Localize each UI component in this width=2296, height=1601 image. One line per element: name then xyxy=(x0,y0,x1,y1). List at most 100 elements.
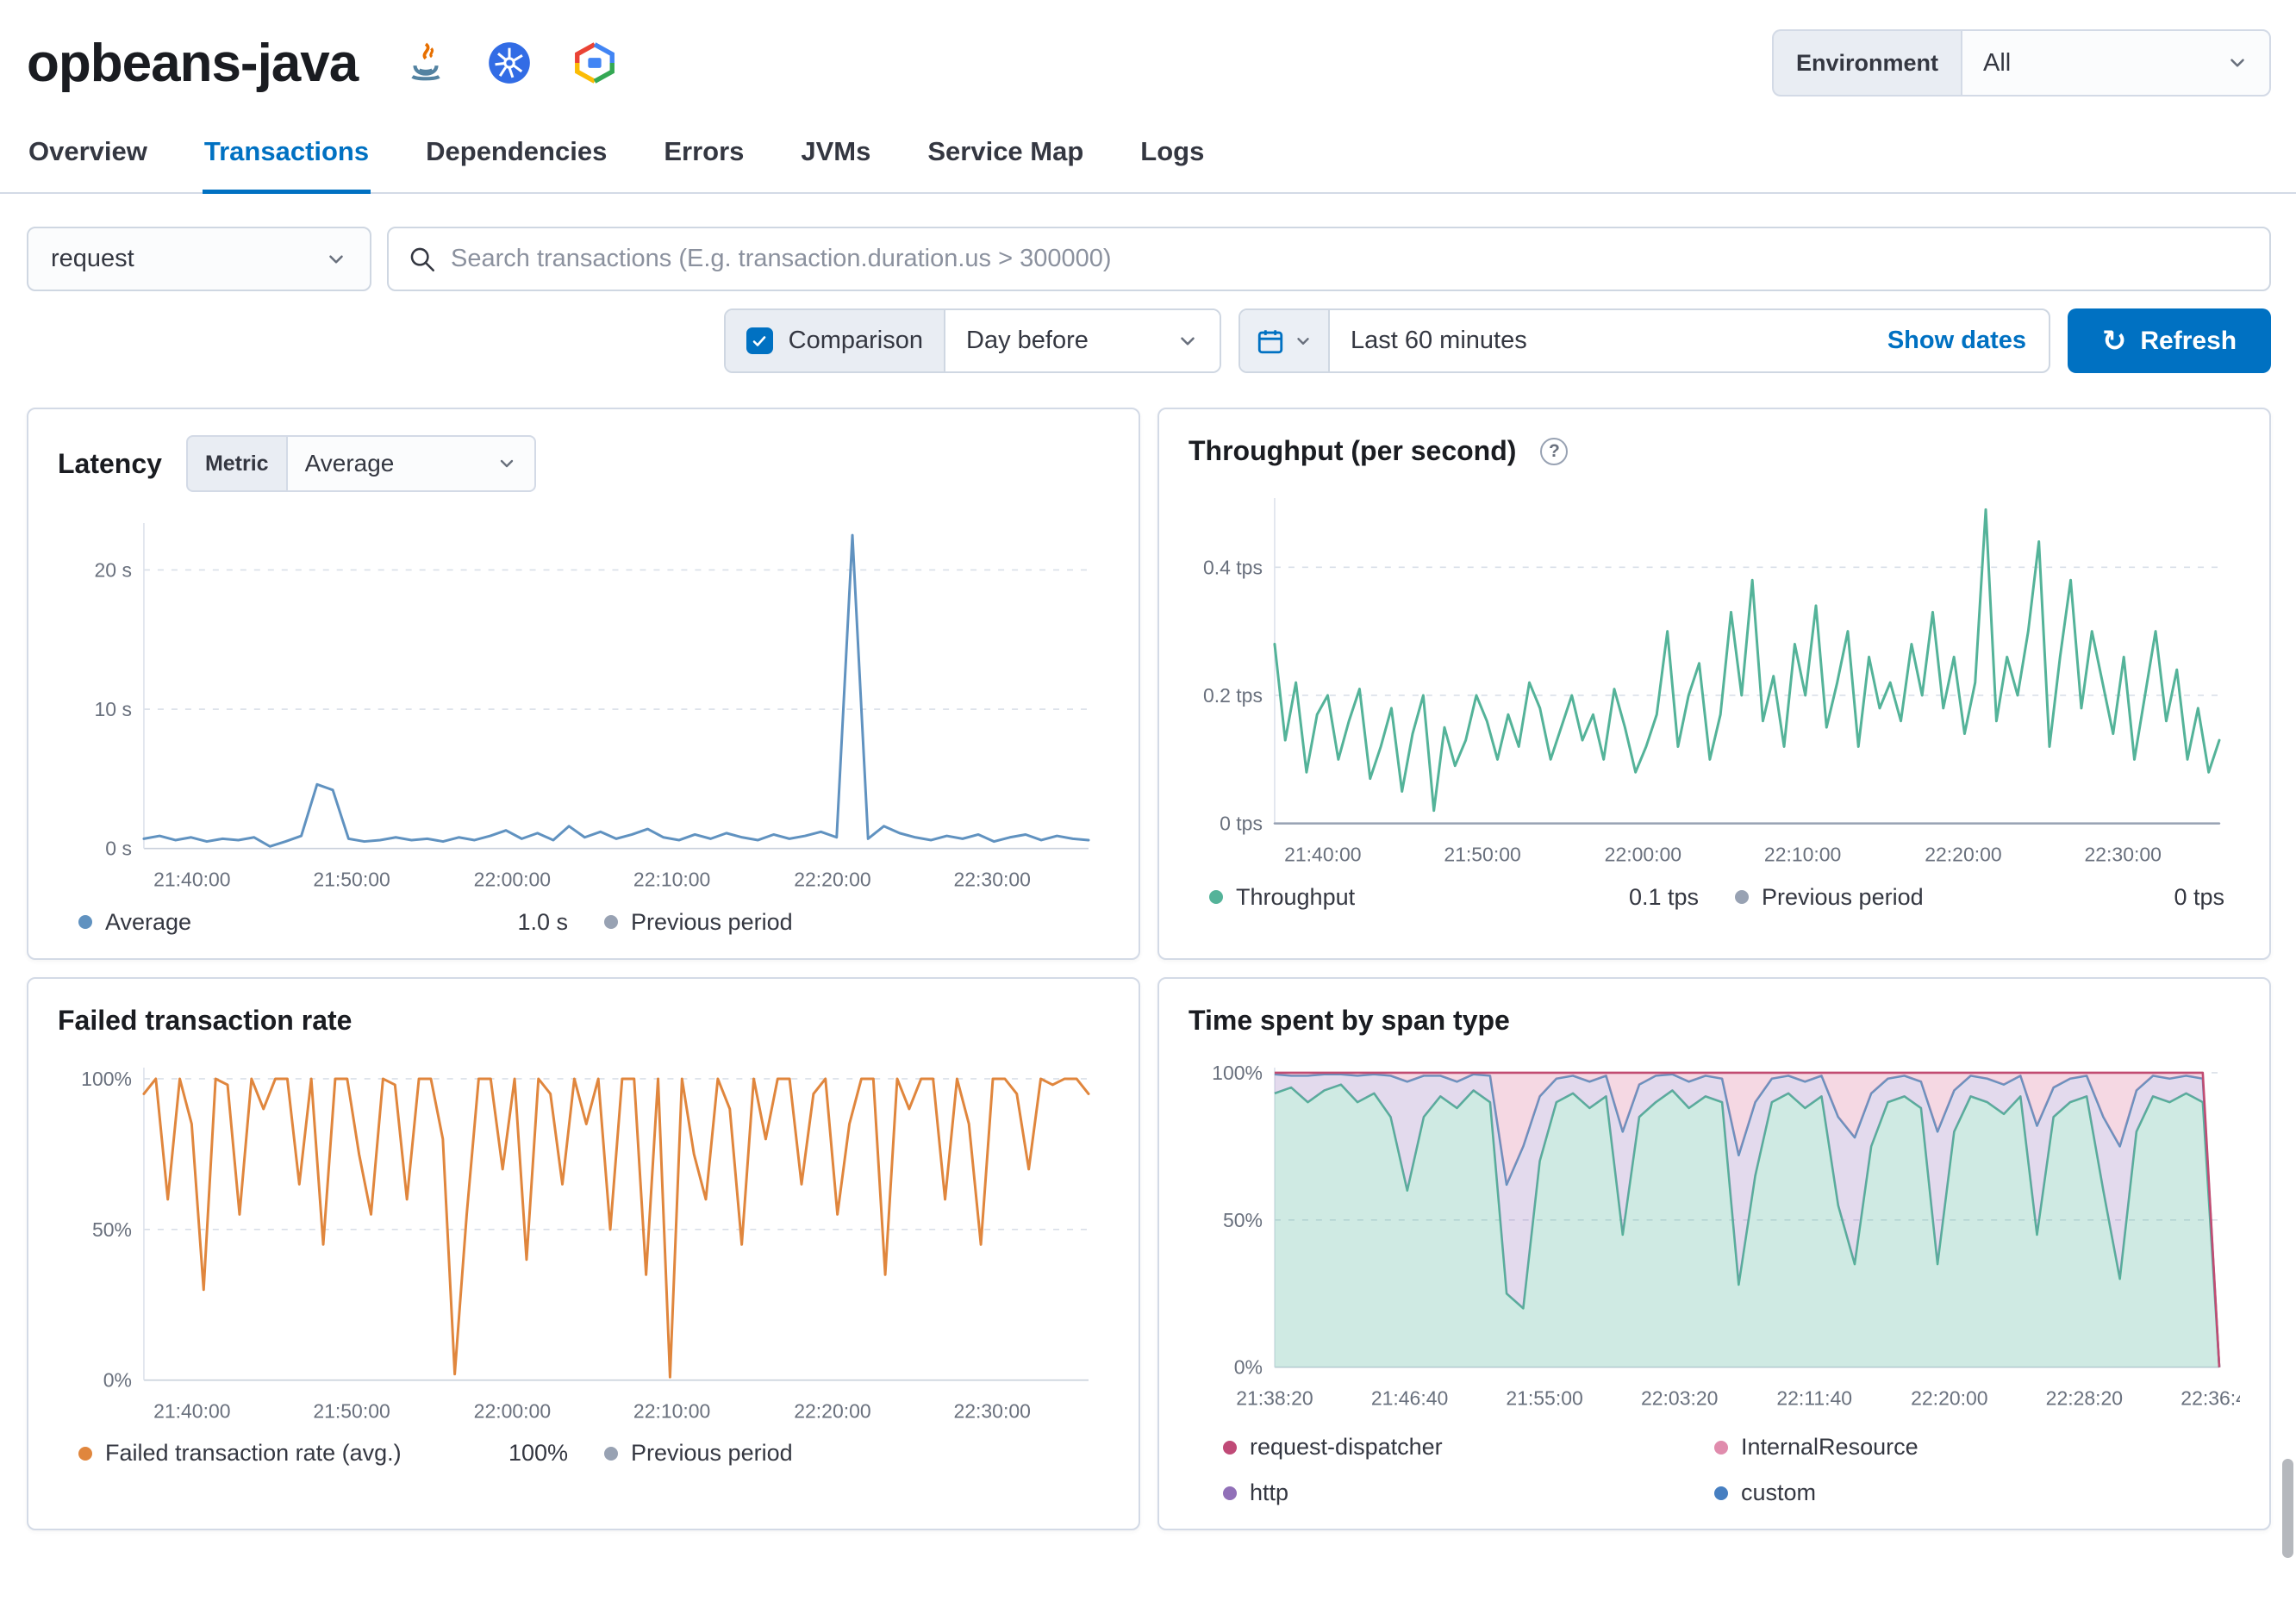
svg-text:50%: 50% xyxy=(92,1218,132,1240)
legend-item-internalresource[interactable]: InternalResource xyxy=(1714,1434,2206,1461)
scrollbar-thumb[interactable] xyxy=(2282,1459,2293,1558)
svg-text:22:00:00: 22:00:00 xyxy=(474,1399,551,1422)
svg-text:100%: 100% xyxy=(81,1068,132,1090)
legend-label: Previous period xyxy=(1762,883,1924,910)
search-input[interactable] xyxy=(451,245,2250,273)
svg-text:100%: 100% xyxy=(1212,1062,1263,1084)
throughput-panel: Throughput (per second) ? 0 tps 0.2 tps 0.… xyxy=(1157,408,2271,960)
legend-dot xyxy=(1209,890,1223,905)
legend-label: http xyxy=(1250,1480,1289,1506)
svg-text:21:50:00: 21:50:00 xyxy=(313,1399,390,1422)
svg-text:21:46:40: 21:46:40 xyxy=(1371,1386,1448,1409)
legend-label: Average xyxy=(105,908,192,935)
calendar-icon xyxy=(1257,329,1283,353)
legend-value: 0 tps xyxy=(2174,883,2224,910)
svg-text:21:50:00: 21:50:00 xyxy=(1444,844,1520,866)
svg-text:22:28:20: 22:28:20 xyxy=(2046,1386,2123,1409)
failed-rate-legend: Failed transaction rate (avg.) 100% Prev… xyxy=(58,1440,1109,1467)
charts-grid: Latency Metric Average 0 s 10 s 20 s 21:40:… xyxy=(27,408,2271,1531)
legend-dot xyxy=(78,915,92,930)
svg-text:0.2 tps: 0.2 tps xyxy=(1203,684,1263,707)
show-dates-link[interactable]: Show dates xyxy=(1887,327,2049,355)
throughput-chart: 0 tps 0.2 tps 0.4 tps 21:40:00 21:50:00 22:00… xyxy=(1203,497,2221,866)
legend-label: Failed transaction rate (avg.) xyxy=(105,1440,402,1467)
metric-value: Average xyxy=(304,450,395,477)
check-icon xyxy=(752,335,766,346)
svg-text:0 s: 0 s xyxy=(105,838,132,860)
span-types-legend: request-dispatcher InternalResource http xyxy=(1189,1434,2240,1506)
latency-metric-control: Metric Average xyxy=(185,435,536,492)
legend-dot xyxy=(1735,890,1749,905)
legend-dot xyxy=(1714,1486,1728,1500)
comparison-select[interactable]: Day before xyxy=(944,310,1220,371)
svg-text:21:55:00: 21:55:00 xyxy=(1506,1386,1582,1409)
svg-text:21:38:20: 21:38:20 xyxy=(1236,1386,1313,1409)
throughput-legend: Throughput 0.1 tps Previous period 0 tps xyxy=(1189,884,2240,911)
metric-select[interactable]: Average xyxy=(285,435,536,492)
svg-text:22:03:20: 22:03:20 xyxy=(1641,1386,1718,1409)
tab-service-map[interactable]: Service Map xyxy=(926,117,1085,194)
legend-dot xyxy=(1223,1440,1237,1455)
legend-item-failed-rate[interactable]: Failed transaction rate (avg.) 100% xyxy=(58,1440,583,1467)
tab-logs[interactable]: Logs xyxy=(1139,117,1206,194)
svg-text:22:10:00: 22:10:00 xyxy=(1764,844,1841,866)
comparison-value: Day before xyxy=(966,327,1089,354)
metric-label: Metric xyxy=(185,435,286,492)
chevron-down-icon xyxy=(500,459,513,468)
legend-dot xyxy=(604,915,618,930)
tab-errors[interactable]: Errors xyxy=(662,117,746,194)
comparison-checkbox[interactable] xyxy=(746,327,773,354)
tab-overview[interactable]: Overview xyxy=(27,117,149,194)
environment-select[interactable]: All xyxy=(1961,29,2271,97)
legend-item-custom[interactable]: custom xyxy=(1714,1480,2206,1506)
quick-select-button[interactable] xyxy=(1240,310,1330,371)
tab-transactions[interactable]: Transactions xyxy=(202,117,371,194)
service-tabs: Overview Transactions Dependencies Error… xyxy=(0,117,2296,194)
latency-legend: Average 1.0 s Previous period xyxy=(58,909,1109,936)
svg-text:0%: 0% xyxy=(1234,1355,1263,1378)
svg-text:22:36:40: 22:36:40 xyxy=(2181,1386,2240,1409)
refresh-button[interactable]: ↻ Refresh xyxy=(2068,308,2271,373)
transaction-type-select[interactable]: request xyxy=(27,227,371,291)
legend-item-previous-period[interactable]: Previous period xyxy=(583,1440,1109,1467)
legend-item-average[interactable]: Average 1.0 s xyxy=(58,909,583,936)
latency-title: Latency xyxy=(58,447,162,479)
svg-text:0 tps: 0 tps xyxy=(1220,813,1263,835)
legend-item-previous-period[interactable]: Previous period 0 tps xyxy=(1714,884,2240,911)
failed-rate-title: Failed transaction rate xyxy=(58,1004,353,1036)
svg-text:22:20:00: 22:20:00 xyxy=(794,869,870,891)
svg-text:22:30:00: 22:30:00 xyxy=(2084,844,2161,866)
legend-item-request-dispatcher[interactable]: request-dispatcher xyxy=(1223,1434,1714,1461)
chevron-down-icon xyxy=(2230,59,2244,67)
svg-text:22:20:00: 22:20:00 xyxy=(1911,1386,1987,1409)
search-bar xyxy=(387,227,2271,291)
environment-filter: Environment All xyxy=(1771,29,2271,97)
latency-panel: Latency Metric Average 0 s 10 s 20 s 21:40:… xyxy=(27,408,1140,960)
svg-text:21:40:00: 21:40:00 xyxy=(1284,844,1361,866)
svg-text:22:10:00: 22:10:00 xyxy=(633,1399,710,1422)
legend-item-http[interactable]: http xyxy=(1223,1480,1714,1506)
legend-value: 0.1 tps xyxy=(1628,883,1699,910)
chevron-down-icon xyxy=(1297,337,1309,345)
legend-value: 1.0 s xyxy=(517,908,568,935)
legend-item-throughput[interactable]: Throughput 0.1 tps xyxy=(1189,884,1714,911)
legend-label: InternalResource xyxy=(1741,1434,1919,1461)
comparison-toggle: Comparison xyxy=(725,310,944,371)
time-range-value[interactable]: Last 60 minutes xyxy=(1330,327,1887,355)
legend-item-previous-period[interactable]: Previous period xyxy=(583,909,1109,936)
svg-text:50%: 50% xyxy=(1223,1208,1263,1230)
filter-bar: request xyxy=(27,227,2271,291)
help-icon[interactable]: ? xyxy=(1540,437,1569,465)
environment-value: All xyxy=(1983,48,2012,77)
svg-text:20 s: 20 s xyxy=(95,558,132,581)
svg-text:21:40:00: 21:40:00 xyxy=(153,869,230,891)
legend-value: 100% xyxy=(508,1440,568,1467)
svg-text:0%: 0% xyxy=(103,1368,132,1391)
refresh-icon: ↻ xyxy=(2101,324,2127,358)
tab-jvms[interactable]: JVMs xyxy=(799,117,872,194)
svg-text:21:40:00: 21:40:00 xyxy=(153,1399,230,1422)
tab-dependencies[interactable]: Dependencies xyxy=(424,117,608,194)
svg-text:22:20:00: 22:20:00 xyxy=(1925,844,2001,866)
legend-label: Throughput xyxy=(1236,883,1356,910)
legend-dot xyxy=(1714,1440,1728,1455)
